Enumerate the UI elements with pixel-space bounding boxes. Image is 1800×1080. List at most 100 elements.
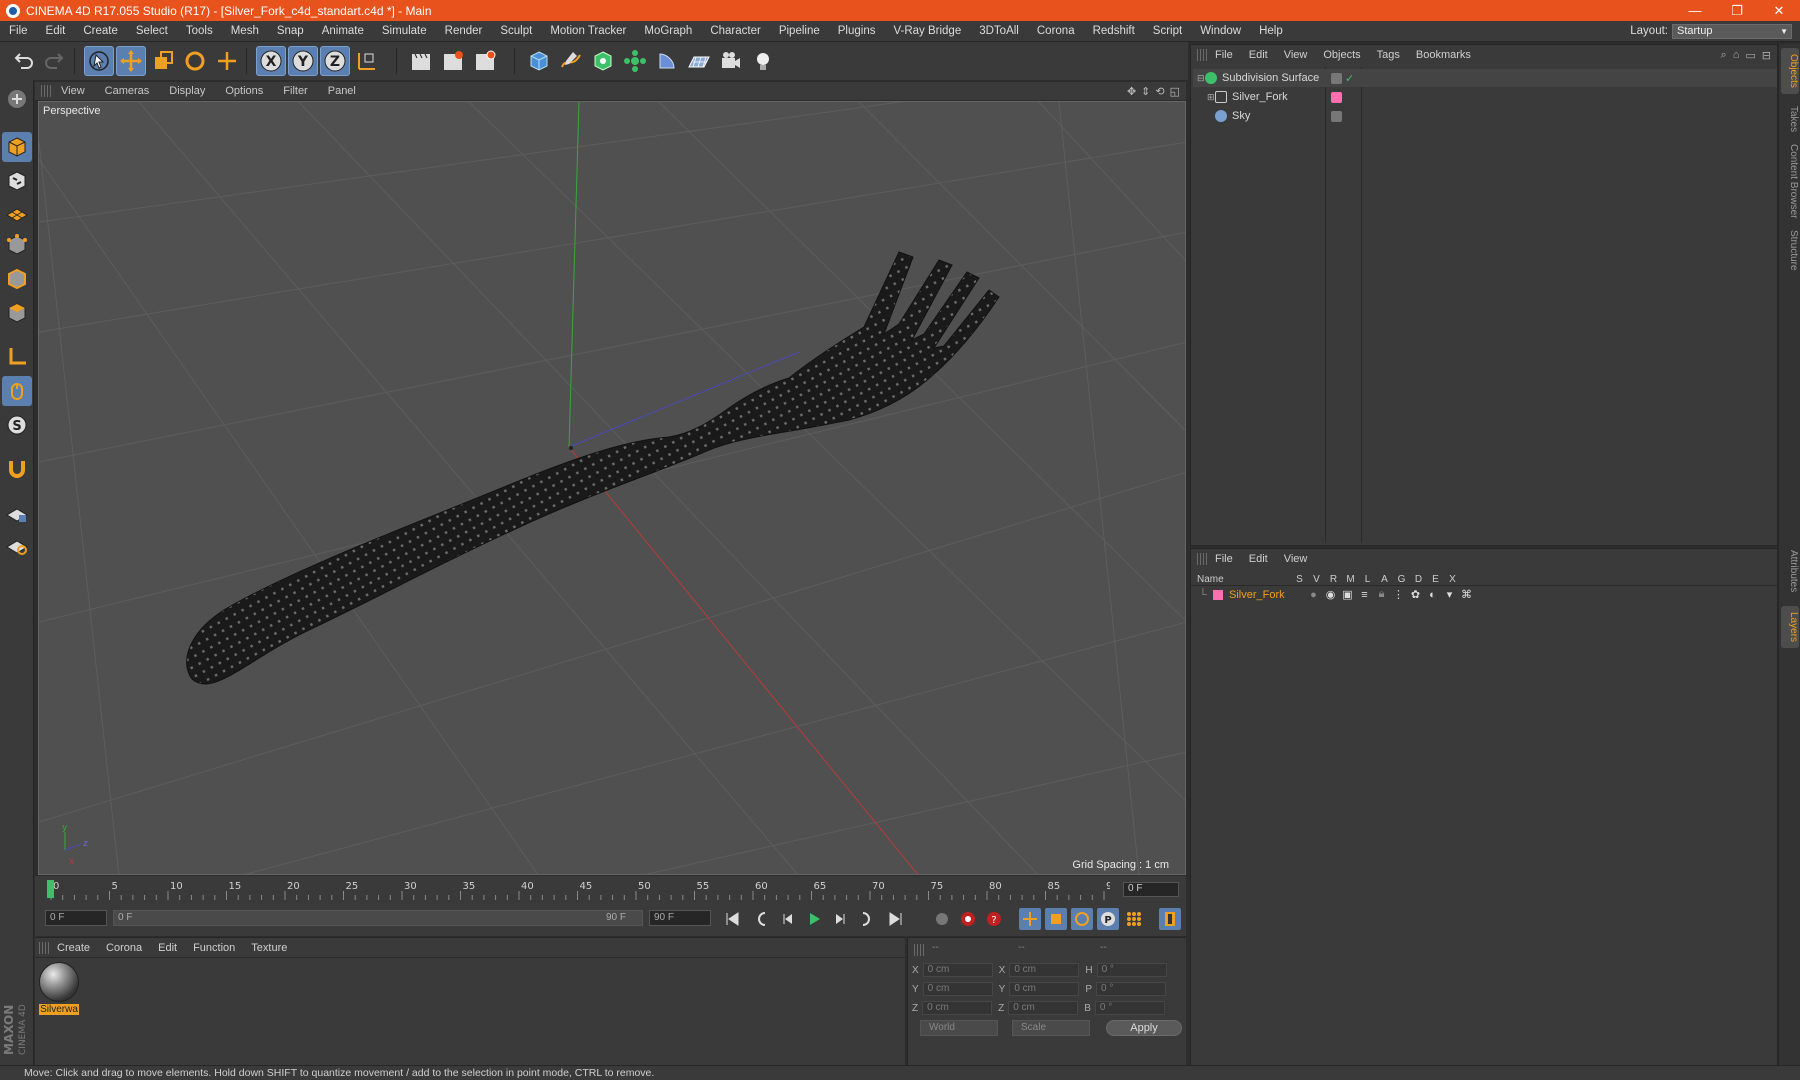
render-to-picture-viewer-button[interactable] bbox=[438, 46, 468, 76]
size-y-field[interactable]: 0 cm bbox=[1009, 982, 1080, 996]
material-menu-create[interactable]: Create bbox=[49, 942, 98, 954]
next-key-button[interactable] bbox=[855, 908, 877, 930]
deformer-icon[interactable]: ◐ bbox=[1424, 589, 1441, 601]
visibility-dots-icon[interactable] bbox=[1331, 72, 1342, 84]
menu-pipeline[interactable]: Pipeline bbox=[770, 25, 829, 37]
lm-menu-view[interactable]: View bbox=[1276, 553, 1316, 565]
object-row-silver-fork[interactable]: ⊞ Silver_Fork bbox=[1193, 88, 1777, 106]
go-to-start-button[interactable] bbox=[721, 908, 743, 930]
start-frame-field[interactable]: 0 F bbox=[45, 910, 107, 926]
motion-record-button[interactable] bbox=[931, 908, 953, 930]
menu-corona[interactable]: Corona bbox=[1028, 25, 1084, 37]
position-z-field[interactable]: 0 cm bbox=[922, 1001, 993, 1015]
planar-workplane-button[interactable] bbox=[2, 530, 32, 560]
menu-motion-tracker[interactable]: Motion Tracker bbox=[541, 25, 635, 37]
layout-dropdown[interactable]: Startup ▼ bbox=[1672, 23, 1792, 39]
menu-create[interactable]: Create bbox=[74, 25, 127, 37]
expand-icon[interactable]: ⊞ bbox=[1207, 92, 1215, 103]
timeline-window-button[interactable] bbox=[1159, 908, 1181, 930]
column-name[interactable]: Name bbox=[1191, 574, 1291, 585]
column-locked[interactable]: L bbox=[1359, 574, 1376, 585]
z-axis-lock[interactable]: Z bbox=[320, 46, 350, 76]
tab-takes[interactable]: Takes bbox=[1781, 100, 1799, 138]
minimize-button[interactable]: — bbox=[1674, 3, 1716, 18]
column-view[interactable]: V bbox=[1308, 574, 1325, 585]
menu-render[interactable]: Render bbox=[436, 25, 492, 37]
menu-select[interactable]: Select bbox=[127, 25, 177, 37]
end-frame-field[interactable]: 90 F bbox=[649, 910, 711, 926]
add-floor-button[interactable] bbox=[684, 46, 714, 76]
menu-window[interactable]: Window bbox=[1191, 25, 1250, 37]
lock-icon[interactable]: 🔒︎ bbox=[1373, 588, 1390, 601]
previous-frame-button[interactable] bbox=[777, 908, 799, 930]
column-solo[interactable]: S bbox=[1291, 574, 1308, 585]
object-row-subdivision-surface[interactable]: ⊟ Subdivision Surface ✓ bbox=[1193, 69, 1777, 87]
snap-toggle-button[interactable]: S bbox=[2, 410, 32, 440]
om-menu-view[interactable]: View bbox=[1276, 49, 1316, 61]
axis-mode-button[interactable] bbox=[2, 342, 32, 372]
expand-icon[interactable]: ⊟ bbox=[1762, 49, 1771, 62]
render-view-button[interactable] bbox=[406, 46, 436, 76]
size-z-field[interactable]: 0 cm bbox=[1008, 1001, 1079, 1015]
viewport-menu-filter[interactable]: Filter bbox=[273, 85, 317, 97]
maximize-button[interactable]: ❐ bbox=[1716, 3, 1758, 19]
viewport-menu-options[interactable]: Options bbox=[215, 85, 273, 97]
material-menu-edit[interactable]: Edit bbox=[150, 942, 185, 954]
render-settings-button[interactable] bbox=[470, 46, 500, 76]
manager-list-icon[interactable]: ≡ bbox=[1356, 589, 1373, 601]
polygons-mode-button[interactable] bbox=[2, 298, 32, 328]
coordinate-space-dropdown[interactable]: World bbox=[920, 1020, 998, 1036]
size-x-field[interactable]: 0 cm bbox=[1009, 963, 1080, 977]
menu-mograph[interactable]: MoGraph bbox=[635, 25, 701, 37]
panel-grip[interactable] bbox=[1197, 553, 1207, 565]
viewport-menu-view[interactable]: View bbox=[51, 85, 95, 97]
y-axis-lock[interactable]: Y bbox=[288, 46, 318, 76]
home-icon[interactable]: ⌂ bbox=[1733, 49, 1740, 62]
timeline-ruler[interactable]: 051015202530354045505560657075808590 0 F bbox=[35, 876, 1186, 902]
close-button[interactable]: ✕ bbox=[1758, 3, 1800, 19]
column-manager[interactable]: M bbox=[1342, 574, 1359, 585]
menu-help[interactable]: Help bbox=[1250, 25, 1292, 37]
play-button[interactable] bbox=[803, 908, 825, 930]
magnet-tool-button[interactable] bbox=[2, 454, 32, 484]
panel-grip[interactable] bbox=[39, 941, 49, 954]
solo-dot-icon[interactable]: ● bbox=[1305, 589, 1322, 601]
key-pla-toggle[interactable] bbox=[1123, 908, 1145, 930]
panel-grip[interactable] bbox=[41, 85, 51, 97]
x-axis-lock[interactable]: X bbox=[256, 46, 286, 76]
column-expressions[interactable]: E bbox=[1427, 574, 1444, 585]
viewport-camera-label[interactable]: Perspective bbox=[43, 105, 100, 117]
column-render[interactable]: R bbox=[1325, 574, 1342, 585]
model-mode-button[interactable] bbox=[2, 132, 32, 162]
lm-menu-edit[interactable]: Edit bbox=[1241, 553, 1276, 565]
lm-menu-file[interactable]: File bbox=[1207, 553, 1241, 565]
object-row-sky[interactable]: Sky bbox=[1193, 107, 1777, 125]
menu-3dtoall[interactable]: 3DToAll bbox=[970, 25, 1028, 37]
dolly-view-icon[interactable]: ⇕ bbox=[1141, 85, 1150, 98]
locked-workplane-button[interactable] bbox=[2, 498, 32, 528]
rotation-b-field[interactable]: 0 ° bbox=[1094, 1001, 1165, 1015]
menu-tools[interactable]: Tools bbox=[177, 25, 222, 37]
column-deformers[interactable]: D bbox=[1410, 574, 1427, 585]
preview-range-slider[interactable]: 0 F 90 F bbox=[113, 910, 643, 926]
menu-simulate[interactable]: Simulate bbox=[373, 25, 436, 37]
undo-button[interactable] bbox=[8, 46, 38, 76]
add-cube-button[interactable] bbox=[524, 46, 554, 76]
material-menu-corona[interactable]: Corona bbox=[98, 942, 150, 954]
enabled-check-icon[interactable]: ✓ bbox=[1345, 72, 1354, 85]
key-position-toggle[interactable] bbox=[1019, 908, 1041, 930]
transform-tool[interactable] bbox=[212, 46, 242, 76]
make-editable-button[interactable] bbox=[2, 84, 32, 114]
tab-content-browser[interactable]: Content Browser bbox=[1781, 138, 1799, 224]
om-menu-objects[interactable]: Objects bbox=[1315, 49, 1368, 61]
tab-structure[interactable]: Structure bbox=[1781, 224, 1799, 277]
key-parameter-toggle[interactable]: P bbox=[1097, 908, 1119, 930]
material-swatch[interactable]: Silverwa bbox=[39, 962, 79, 1015]
column-generators[interactable]: G bbox=[1393, 574, 1410, 585]
material-menu-function[interactable]: Function bbox=[185, 942, 243, 954]
om-menu-edit[interactable]: Edit bbox=[1241, 49, 1276, 61]
menu-sculpt[interactable]: Sculpt bbox=[491, 25, 541, 37]
collapse-icon[interactable]: ⊟ bbox=[1197, 73, 1205, 84]
menu-redshift[interactable]: Redshift bbox=[1084, 25, 1144, 37]
add-array-button[interactable] bbox=[620, 46, 650, 76]
